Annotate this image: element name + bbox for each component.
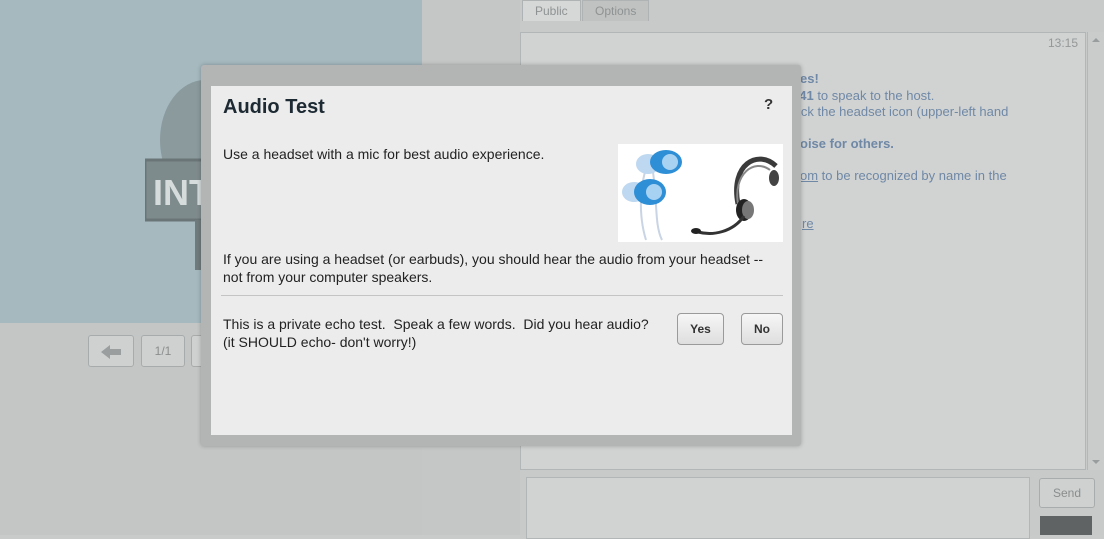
divider — [221, 295, 783, 296]
arrow-left-icon — [101, 344, 121, 359]
dialog-title: Audio Test — [223, 96, 325, 118]
chat-message-line: oise for others. — [800, 136, 894, 151]
tab-public[interactable]: Public — [522, 0, 581, 21]
chat-link[interactable]: re — [802, 216, 814, 231]
scroll-up-icon[interactable] — [1088, 34, 1104, 46]
chat-scrollbar[interactable] — [1087, 32, 1104, 470]
intro-text: Use a headset with a mic for best audio … — [223, 146, 545, 162]
echo-test-text: This is a private echo test. Speak a few… — [223, 315, 673, 351]
audio-test-dialog: Audio Test ? Use a headset with a mic fo… — [211, 86, 792, 435]
color-swatch[interactable] — [1040, 516, 1092, 535]
previous-slide-button[interactable] — [88, 335, 134, 367]
send-button[interactable]: Send — [1039, 478, 1095, 508]
no-button[interactable]: No — [741, 313, 783, 345]
page-indicator: 1/1 — [141, 335, 185, 367]
headset-earbuds-icon — [618, 144, 783, 242]
chat-message-line: om to be recognized by name in the — [800, 168, 1007, 183]
scroll-down-icon[interactable] — [1088, 456, 1104, 468]
help-button[interactable]: ? — [764, 96, 773, 113]
instructions-text: If you are using a headset (or earbuds),… — [223, 251, 764, 285]
chat-message-line: 741 to speak to the host. — [792, 88, 935, 103]
echo-question: This is a private echo test. Speak a few… — [223, 316, 649, 332]
chat-message-input[interactable] — [526, 477, 1030, 539]
tab-options[interactable]: Options — [582, 0, 650, 21]
chat-message-line: es! — [800, 71, 819, 86]
echo-note: (it SHOULD echo- don't worry!) — [223, 334, 417, 350]
chat-message-line: ick the headset icon (upper-left hand — [798, 104, 1009, 119]
chat-timestamp: 13:15 — [1047, 36, 1078, 50]
yes-button[interactable]: Yes — [677, 313, 724, 345]
